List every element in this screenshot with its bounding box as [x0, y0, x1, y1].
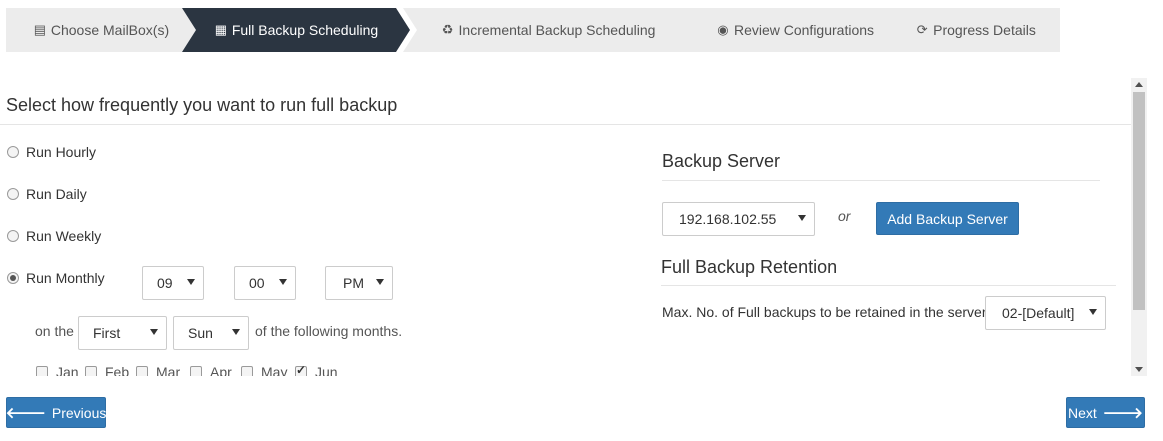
step-progress-details[interactable]: ⟳ Progress Details	[891, 8, 1060, 52]
or-label: or	[838, 208, 851, 224]
checkbox[interactable]	[36, 366, 48, 376]
retention-heading: Full Backup Retention	[661, 257, 838, 277]
checkbox[interactable]	[295, 363, 307, 376]
radio-button[interactable]	[7, 188, 19, 200]
on-the-label: on the	[35, 323, 74, 339]
radio-label: Run Daily	[26, 186, 87, 202]
divider	[662, 180, 1100, 181]
wizard-steps: ▤ Choose MailBox(s) ▦ Full Backup Schedu…	[6, 8, 1060, 52]
radio-button[interactable]	[7, 230, 19, 242]
month-apr[interactable]: Apr	[190, 364, 232, 376]
button-label: Previous	[51, 404, 107, 421]
retention-select[interactable]: 02-[Default]	[985, 296, 1106, 330]
step-label: Incremental Backup Scheduling	[458, 22, 656, 38]
step-incremental-backup-scheduling[interactable]: ♻ Incremental Backup Scheduling	[403, 8, 693, 52]
arrow-left-icon: 🡐	[5, 405, 46, 422]
eye-icon: ◉	[717, 22, 729, 37]
step-label: Full Backup Scheduling	[231, 22, 379, 38]
schedule-panel: Select how frequently you want to run fu…	[0, 78, 1131, 376]
weekday-value: Sun	[188, 325, 213, 341]
caret-down-icon	[376, 279, 384, 285]
step-label: Choose MailBox(s)	[50, 22, 170, 38]
minute-value: 00	[249, 275, 265, 291]
radio-button[interactable]	[7, 146, 19, 158]
scroll-up-arrow-icon[interactable]	[1135, 82, 1143, 87]
radio-label: Run Hourly	[26, 144, 97, 160]
checkbox[interactable]	[241, 366, 253, 376]
month-label: Feb	[105, 364, 130, 376]
button-label: Next	[1067, 404, 1097, 421]
previous-button[interactable]: 🡐 Previous	[6, 397, 106, 428]
hour-select[interactable]: 09	[142, 266, 204, 300]
month-label: Apr	[210, 364, 232, 376]
next-button[interactable]: Next 🡒	[1066, 397, 1145, 428]
scroll-down-arrow-icon[interactable]	[1135, 367, 1143, 372]
divider	[661, 285, 1116, 286]
file-icon: ▤	[33, 22, 46, 37]
calendar-icon: ▦	[214, 22, 227, 37]
checkbox[interactable]	[190, 366, 202, 376]
caret-down-icon	[1089, 309, 1097, 315]
radio-label: Run Monthly	[26, 270, 105, 286]
step-choose-mailboxes[interactable]: ▤ Choose MailBox(s)	[6, 8, 196, 52]
checkbox[interactable]	[136, 366, 148, 376]
scrollbar-thumb[interactable]	[1133, 92, 1145, 310]
ampm-value: PM	[343, 275, 364, 291]
button-label: Add Backup Server	[887, 210, 1008, 227]
month-feb[interactable]: Feb	[85, 364, 129, 376]
retention-label: Max. No. of Full backups to be retained …	[662, 304, 987, 320]
month-label: Jan	[56, 364, 79, 376]
caret-down-icon	[187, 279, 195, 285]
caret-down-icon	[279, 279, 287, 285]
month-label: Mar	[156, 364, 181, 376]
caret-down-icon	[798, 215, 806, 221]
weekday-select[interactable]: Sun	[173, 316, 249, 350]
step-label: Progress Details	[933, 22, 1036, 38]
backup-server-heading: Backup Server	[662, 151, 781, 171]
recycle-icon: ♻	[441, 22, 454, 37]
month-may[interactable]: May	[241, 364, 287, 376]
caret-down-icon	[232, 329, 240, 335]
following-months-label: of the following months.	[255, 323, 403, 339]
arrow-right-icon: 🡒	[1102, 405, 1144, 422]
caret-down-icon	[150, 329, 158, 335]
week-ordinal-select[interactable]: First	[78, 316, 167, 350]
section-title: Select how frequently you want to run fu…	[6, 95, 398, 115]
month-jan[interactable]: Jan	[36, 364, 79, 376]
radio-run-weekly[interactable]: Run Weekly	[7, 228, 101, 244]
ampm-select[interactable]: PM	[325, 266, 393, 300]
divider	[0, 124, 1131, 125]
add-backup-server-button[interactable]: Add Backup Server	[876, 202, 1019, 235]
radio-run-monthly[interactable]: Run Monthly	[7, 270, 105, 286]
step-full-backup-scheduling[interactable]: ▦ Full Backup Scheduling	[182, 8, 410, 52]
backup-server-value: 192.168.102.55	[679, 211, 777, 227]
backup-server-select[interactable]: 192.168.102.55	[662, 202, 815, 236]
radio-run-hourly[interactable]: Run Hourly	[7, 144, 96, 160]
scrollbar[interactable]	[1131, 78, 1147, 376]
month-jun[interactable]: Jun	[295, 363, 338, 376]
step-review-configurations[interactable]: ◉ Review Configurations	[674, 8, 916, 52]
month-label: May	[261, 364, 288, 376]
step-label: Review Configurations	[733, 22, 875, 38]
month-label: Jun	[315, 364, 338, 376]
week-ordinal-value: First	[93, 325, 121, 341]
radio-button[interactable]	[7, 272, 19, 284]
minute-select[interactable]: 00	[234, 266, 296, 300]
hour-value: 09	[157, 275, 173, 291]
retention-value: 02-[Default]	[1002, 305, 1075, 321]
checkbox[interactable]	[85, 366, 97, 376]
radio-run-daily[interactable]: Run Daily	[7, 186, 87, 202]
radio-label: Run Weekly	[26, 228, 102, 244]
refresh-icon: ⟳	[916, 22, 928, 37]
month-mar[interactable]: Mar	[136, 364, 180, 376]
